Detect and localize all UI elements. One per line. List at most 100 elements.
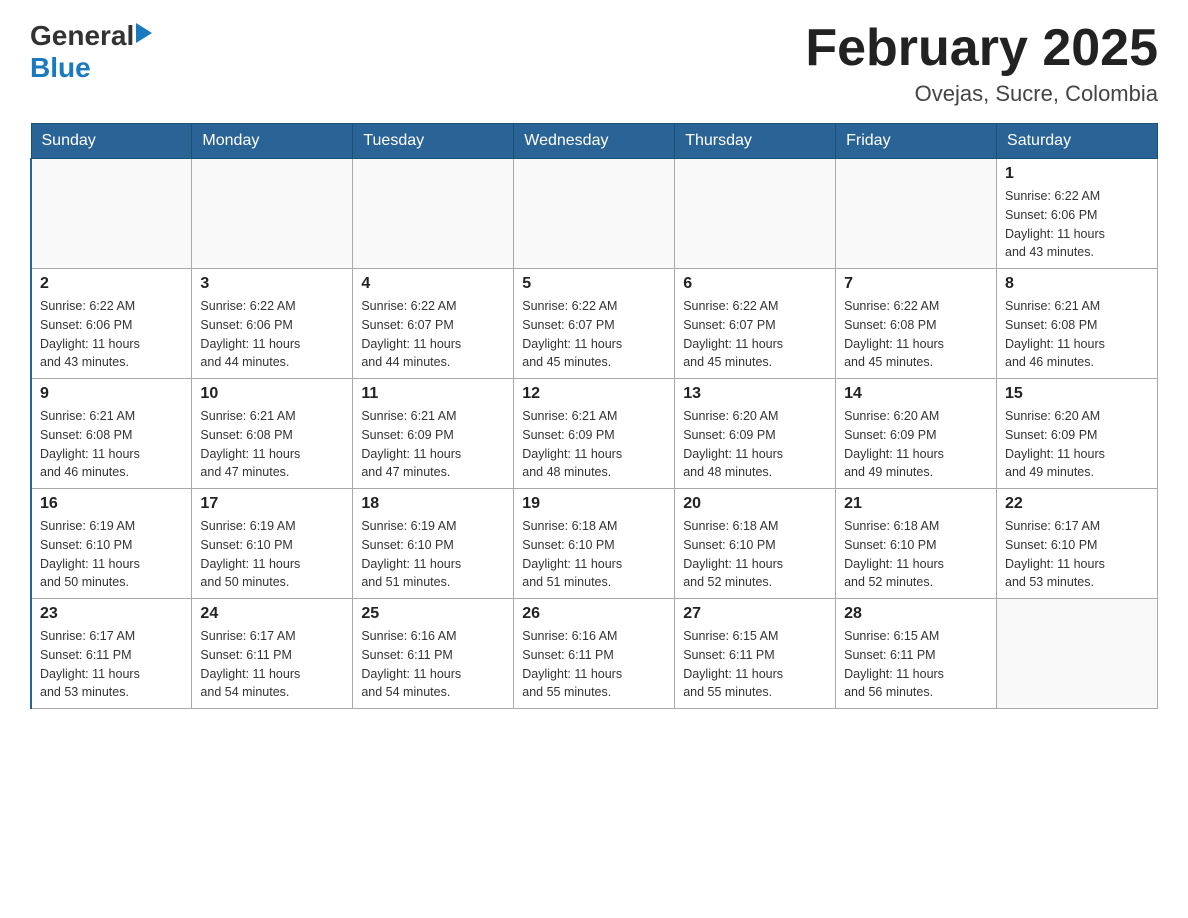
- day-number: 13: [683, 385, 827, 403]
- day-number: 9: [40, 385, 183, 403]
- calendar-cell: 10Sunrise: 6:21 AM Sunset: 6:08 PM Dayli…: [192, 379, 353, 489]
- day-number: 1: [1005, 165, 1149, 183]
- day-info: Sunrise: 6:17 AM Sunset: 6:10 PM Dayligh…: [1005, 517, 1149, 592]
- day-number: 27: [683, 605, 827, 623]
- day-info: Sunrise: 6:21 AM Sunset: 6:09 PM Dayligh…: [522, 407, 666, 482]
- calendar-cell: 23 Sunrise: 6:17 AM Sunset: 6:11 PM Dayli…: [31, 599, 192, 709]
- day-number: 25: [361, 605, 505, 623]
- logo-arrow-icon: [136, 23, 152, 47]
- calendar-cell: [514, 159, 675, 269]
- calendar-cell: 3 Sunrise: 6:22 AM Sunset: 6:06 PM Daylig…: [192, 269, 353, 379]
- calendar-cell: 14 Sunrise: 6:20 AM Sunset: 6:09 PM Dayli…: [836, 379, 997, 489]
- weekday-header-friday: Friday: [836, 124, 997, 159]
- weekday-header-row: SundayMondayTuesdayWednesdayThursdayFrid…: [31, 124, 1158, 159]
- day-number: 11: [361, 385, 505, 403]
- day-info: Sunrise: 6:15 AM Sunset: 6:11 PM Dayligh…: [683, 627, 827, 702]
- day-number: 3: [200, 275, 344, 293]
- calendar-cell: [997, 599, 1158, 709]
- day-info: Sunrise: 6:16 AM Sunset: 6:11 PM Dayligh…: [522, 627, 666, 702]
- day-number: 4: [361, 275, 505, 293]
- day-info: Sunrise: 6:19 AM Sunset: 6:10 PM Dayligh…: [361, 517, 505, 592]
- day-number: 17: [200, 495, 344, 513]
- day-number: 14: [844, 385, 988, 403]
- day-number: 2: [40, 275, 183, 293]
- day-info: Sunrise: 6:17 AM Sunset: 6:11 PM Dayligh…: [40, 627, 183, 702]
- calendar-cell: 11 Sunrise: 6:21 AM Sunset: 6:09 PM Dayli…: [353, 379, 514, 489]
- calendar-subtitle: Ovejas, Sucre, Colombia: [805, 81, 1158, 107]
- week-row-2: 2 Sunrise: 6:22 AM Sunset: 6:06 PM Daylig…: [31, 269, 1158, 379]
- calendar-cell: 4 Sunrise: 6:22 AM Sunset: 6:07 PM Daylig…: [353, 269, 514, 379]
- calendar-cell: 15 Sunrise: 6:20 AM Sunset: 6:09 PM Dayli…: [997, 379, 1158, 489]
- calendar-cell: 12 Sunrise: 6:21 AM Sunset: 6:09 PM Dayli…: [514, 379, 675, 489]
- day-number: 19: [522, 495, 666, 513]
- calendar-cell: 17 Sunrise: 6:19 AM Sunset: 6:10 PM Dayli…: [192, 489, 353, 599]
- logo: General Blue: [30, 20, 152, 84]
- day-info: Sunrise: 6:20 AM Sunset: 6:09 PM Dayligh…: [844, 407, 988, 482]
- day-info: Sunrise: 6:19 AM Sunset: 6:10 PM Dayligh…: [40, 517, 183, 592]
- day-info: Sunrise: 6:19 AM Sunset: 6:10 PM Dayligh…: [200, 517, 344, 592]
- day-number: 12: [522, 385, 666, 403]
- calendar-cell: 20 Sunrise: 6:18 AM Sunset: 6:10 PM Dayli…: [675, 489, 836, 599]
- calendar-cell: [675, 159, 836, 269]
- day-info: Sunrise: 6:21 AM Sunset: 6:09 PM Dayligh…: [361, 407, 505, 482]
- logo-general-text: General: [30, 20, 134, 52]
- day-info: Sunrise: 6:22 AM Sunset: 6:08 PM Dayligh…: [844, 297, 988, 372]
- logo-blue-text: Blue: [30, 52, 91, 83]
- weekday-header-monday: Monday: [192, 124, 353, 159]
- day-number: 20: [683, 495, 827, 513]
- week-row-3: 9 Sunrise: 6:21 AM Sunset: 6:08 PM Daylig…: [31, 379, 1158, 489]
- week-row-1: 1Sunrise: 6:22 AM Sunset: 6:06 PM Daylig…: [31, 159, 1158, 269]
- calendar-cell: 13Sunrise: 6:20 AM Sunset: 6:09 PM Dayli…: [675, 379, 836, 489]
- day-info: Sunrise: 6:18 AM Sunset: 6:10 PM Dayligh…: [683, 517, 827, 592]
- calendar-title: February 2025: [805, 20, 1158, 77]
- day-number: 16: [40, 495, 183, 513]
- day-number: 15: [1005, 385, 1149, 403]
- day-info: Sunrise: 6:18 AM Sunset: 6:10 PM Dayligh…: [844, 517, 988, 592]
- day-number: 10: [200, 385, 344, 403]
- day-number: 7: [844, 275, 988, 293]
- calendar-cell: 25 Sunrise: 6:16 AM Sunset: 6:11 PM Dayli…: [353, 599, 514, 709]
- weekday-header-sunday: Sunday: [31, 124, 192, 159]
- day-info: Sunrise: 6:22 AM Sunset: 6:07 PM Dayligh…: [361, 297, 505, 372]
- day-number: 21: [844, 495, 988, 513]
- day-info: Sunrise: 6:22 AM Sunset: 6:06 PM Dayligh…: [40, 297, 183, 372]
- weekday-header-tuesday: Tuesday: [353, 124, 514, 159]
- calendar-cell: 7 Sunrise: 6:22 AM Sunset: 6:08 PM Daylig…: [836, 269, 997, 379]
- calendar-cell: 26 Sunrise: 6:16 AM Sunset: 6:11 PM Dayli…: [514, 599, 675, 709]
- calendar-cell: 16 Sunrise: 6:19 AM Sunset: 6:10 PM Dayli…: [31, 489, 192, 599]
- day-info: Sunrise: 6:15 AM Sunset: 6:11 PM Dayligh…: [844, 627, 988, 702]
- calendar-cell: [31, 159, 192, 269]
- day-number: 18: [361, 495, 505, 513]
- calendar-cell: 5 Sunrise: 6:22 AM Sunset: 6:07 PM Daylig…: [514, 269, 675, 379]
- calendar-cell: 24Sunrise: 6:17 AM Sunset: 6:11 PM Dayli…: [192, 599, 353, 709]
- day-info: Sunrise: 6:20 AM Sunset: 6:09 PM Dayligh…: [1005, 407, 1149, 482]
- page-header: General Blue February 2025 Ovejas, Sucre…: [30, 20, 1158, 107]
- week-row-4: 16 Sunrise: 6:19 AM Sunset: 6:10 PM Dayli…: [31, 489, 1158, 599]
- day-info: Sunrise: 6:21 AM Sunset: 6:08 PM Dayligh…: [40, 407, 183, 482]
- title-area: February 2025 Ovejas, Sucre, Colombia: [805, 20, 1158, 107]
- day-number: 26: [522, 605, 666, 623]
- day-number: 5: [522, 275, 666, 293]
- day-info: Sunrise: 6:22 AM Sunset: 6:07 PM Dayligh…: [522, 297, 666, 372]
- calendar-cell: 19Sunrise: 6:18 AM Sunset: 6:10 PM Dayli…: [514, 489, 675, 599]
- calendar-cell: [192, 159, 353, 269]
- calendar-cell: 9 Sunrise: 6:21 AM Sunset: 6:08 PM Daylig…: [31, 379, 192, 489]
- weekday-header-wednesday: Wednesday: [514, 124, 675, 159]
- day-number: 23: [40, 605, 183, 623]
- day-number: 28: [844, 605, 988, 623]
- calendar-cell: 22 Sunrise: 6:17 AM Sunset: 6:10 PM Dayli…: [997, 489, 1158, 599]
- day-info: Sunrise: 6:22 AM Sunset: 6:07 PM Dayligh…: [683, 297, 827, 372]
- calendar-cell: 8 Sunrise: 6:21 AM Sunset: 6:08 PM Daylig…: [997, 269, 1158, 379]
- day-number: 22: [1005, 495, 1149, 513]
- calendar-cell: 28 Sunrise: 6:15 AM Sunset: 6:11 PM Dayli…: [836, 599, 997, 709]
- day-number: 8: [1005, 275, 1149, 293]
- weekday-header-saturday: Saturday: [997, 124, 1158, 159]
- calendar-cell: 18 Sunrise: 6:19 AM Sunset: 6:10 PM Dayli…: [353, 489, 514, 599]
- day-number: 6: [683, 275, 827, 293]
- day-info: Sunrise: 6:17 AM Sunset: 6:11 PM Dayligh…: [200, 627, 344, 702]
- weekday-header-thursday: Thursday: [675, 124, 836, 159]
- day-info: Sunrise: 6:22 AM Sunset: 6:06 PM Dayligh…: [200, 297, 344, 372]
- day-info: Sunrise: 6:21 AM Sunset: 6:08 PM Dayligh…: [1005, 297, 1149, 372]
- day-info: Sunrise: 6:16 AM Sunset: 6:11 PM Dayligh…: [361, 627, 505, 702]
- calendar-cell: 1Sunrise: 6:22 AM Sunset: 6:06 PM Daylig…: [997, 159, 1158, 269]
